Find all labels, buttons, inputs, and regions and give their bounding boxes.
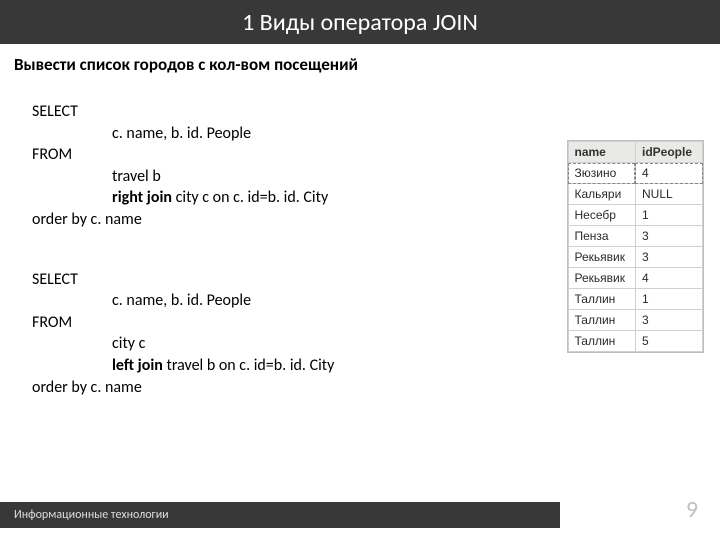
sql2-join-kw: left join <box>112 356 166 375</box>
cell-name: Кальяри <box>568 184 635 205</box>
col-idpeople-header: idPeople <box>635 142 702 163</box>
slide-subtitle: Вывести список городов с кол-вом посещен… <box>0 44 720 79</box>
sql2-join-rest: travel b on c. id=b. id. City <box>166 356 334 375</box>
table-row: Несебр1 <box>568 205 703 226</box>
table-row: Пенза3 <box>568 226 703 247</box>
page-number: 9 <box>686 495 698 524</box>
sql1-join-rest: city c on c. id=b. id. City <box>176 188 329 207</box>
table-row: Таллин5 <box>568 331 703 352</box>
cell-name: Рекьявик <box>568 247 635 268</box>
cell-name: Таллин <box>568 310 635 331</box>
col-name-header: name <box>568 142 635 163</box>
footer-bar: Информационные технологии <box>0 502 560 528</box>
cell-id: 5 <box>635 331 702 352</box>
cell-name: Таллин <box>568 331 635 352</box>
cell-name: Таллин <box>568 289 635 310</box>
slide: 1 Виды оператора JOIN Вывести список гор… <box>0 0 720 540</box>
cell-id: 4 <box>635 163 702 184</box>
table-header-row: name idPeople <box>568 142 703 163</box>
sql2-order: order by c. name <box>24 377 696 399</box>
cell-id: NULL <box>635 184 702 205</box>
cell-id: 1 <box>635 289 702 310</box>
cell-id: 3 <box>635 226 702 247</box>
table-row: КальяриNULL <box>568 184 703 205</box>
title-bar: 1 Виды оператора JOIN <box>0 0 720 44</box>
table-row: Рекьявик3 <box>568 247 703 268</box>
table-row: Рекьявик4 <box>568 268 703 289</box>
sql1-select: SELECT <box>24 101 696 123</box>
cell-id: 1 <box>635 205 702 226</box>
table-row: Зюзино4 <box>568 163 703 184</box>
footer-text: Информационные технологии <box>14 508 169 522</box>
cell-id: 3 <box>635 310 702 331</box>
slide-title: 1 Виды оператора JOIN <box>242 8 478 37</box>
sql2-join: left join travel b on c. id=b. id. City <box>24 355 696 377</box>
footer: Информационные технологии 9 <box>0 502 720 528</box>
table-row: Таллин3 <box>568 310 703 331</box>
cell-name: Пенза <box>568 226 635 247</box>
result-table: name idPeople Зюзино4 КальяриNULL Несебр… <box>567 140 705 353</box>
cell-id: 4 <box>635 268 702 289</box>
sql1-join-kw: right join <box>112 188 176 207</box>
cell-name: Зюзино <box>568 163 635 184</box>
table-row: Таллин1 <box>568 289 703 310</box>
result-table-grid: name idPeople Зюзино4 КальяриNULL Несебр… <box>568 141 704 352</box>
cell-name: Рекьявик <box>568 268 635 289</box>
cell-name: Несебр <box>568 205 635 226</box>
cell-id: 3 <box>635 247 702 268</box>
